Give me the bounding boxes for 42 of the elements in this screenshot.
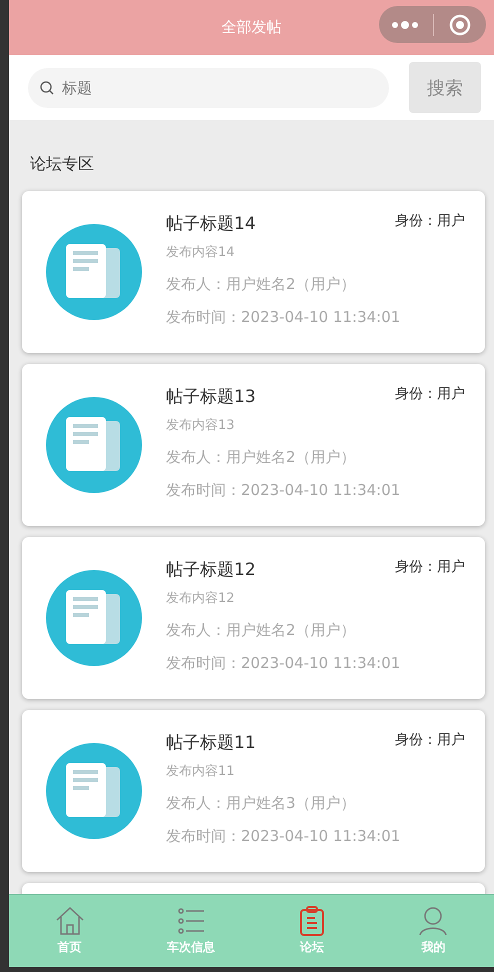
document-icon	[46, 570, 142, 666]
author-label: 发布人：用户姓名2（用户）	[166, 620, 357, 641]
time-label: 发布时间：2023-04-10 11:34:01	[166, 480, 402, 501]
post-card[interactable]: 帖子标题14 身份：用户 发布内容14 发布人：用户姓名2（用户） 发布时间：2023-04-10 11:34:01	[22, 191, 485, 353]
post-card[interactable]: 帖子标题11 身份：用户 发布内容11 发布人：用户姓名3（用户） 发布时间：2023-04-10 11:34:01	[22, 710, 485, 872]
post-content: 发布内容12	[166, 590, 236, 608]
time-label: 发布时间：2023-04-10 11:34:01	[166, 826, 402, 847]
section-title: 论坛专区	[30, 154, 95, 175]
role-label: 身份：用户	[395, 212, 465, 231]
author-label: 发布人：用户姓名3（用户）	[166, 793, 357, 814]
document-icon	[46, 397, 142, 493]
author-label: 发布人：用户姓名2（用户）	[166, 274, 357, 295]
post-title: 帖子标题11	[166, 732, 256, 755]
search-field[interactable]: 标题	[28, 68, 389, 108]
tab-item[interactable]: 首页	[9, 895, 130, 967]
post-card[interactable]: 帖子标题13 身份：用户 发布内容13 发布人：用户姓名2（用户） 发布时间：2023-04-10 11:34:01	[22, 364, 485, 526]
role-label: 身份：用户	[395, 385, 465, 404]
document-icon	[46, 743, 142, 839]
tab-item[interactable]: 车次信息	[130, 895, 252, 967]
post-content: 发布内容13	[166, 417, 236, 435]
document-icon	[46, 224, 142, 320]
more-icon[interactable]	[391, 18, 421, 30]
post-title: 帖子标题13	[166, 386, 256, 409]
tab-item[interactable]: 我的	[372, 895, 494, 967]
close-icon[interactable]	[449, 14, 471, 36]
time-label: 发布时间：2023-04-10 11:34:01	[166, 307, 402, 328]
list-icon	[176, 906, 206, 936]
role-label: 身份：用户	[395, 558, 465, 577]
post-title: 帖子标题12	[166, 559, 256, 582]
user-icon	[418, 906, 448, 936]
time-label: 发布时间：2023-04-10 11:34:01	[166, 653, 402, 674]
post-content: 发布内容11	[166, 763, 236, 781]
tab-item[interactable]: 论坛	[252, 895, 373, 967]
home-icon	[54, 906, 85, 936]
post-title: 帖子标题14	[166, 213, 256, 236]
search-button[interactable]: 搜索	[409, 62, 481, 113]
role-label: 身份：用户	[395, 731, 465, 750]
page-title: 全部发帖	[222, 18, 282, 37]
capsule-menu[interactable]	[379, 6, 486, 43]
author-label: 发布人：用户姓名2（用户）	[166, 447, 357, 468]
post-card[interactable]: 帖子标题12 身份：用户 发布内容12 发布人：用户姓名2（用户） 发布时间：2023-04-10 11:34:01	[22, 537, 485, 699]
post-content: 发布内容14	[166, 244, 236, 262]
